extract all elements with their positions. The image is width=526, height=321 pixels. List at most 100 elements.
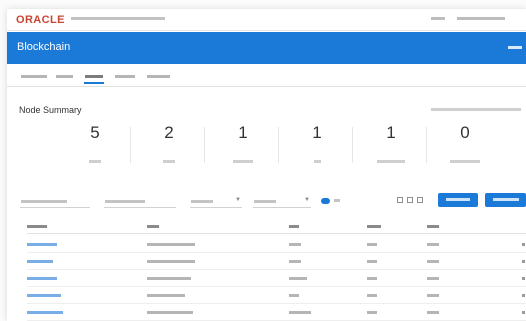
table-cell <box>147 294 185 297</box>
row-menu-icon[interactable] <box>522 311 525 314</box>
table-cell <box>427 294 439 297</box>
metric-divider <box>278 127 279 163</box>
column-header[interactable] <box>289 225 299 228</box>
row-menu-icon[interactable] <box>522 243 525 246</box>
chevron-down-icon: ▼ <box>304 197 310 203</box>
tab-3[interactable] <box>85 75 103 78</box>
metric-caption <box>89 160 101 163</box>
table-cell <box>427 277 439 280</box>
table-cell <box>427 311 439 314</box>
metric-value: 0 <box>460 123 470 142</box>
app-window: ORACLE Blockchain Node Summary 5 2 1 1 1… <box>7 9 526 321</box>
metric-divider <box>204 127 205 163</box>
table-row[interactable] <box>27 271 526 287</box>
node-link[interactable] <box>27 294 61 297</box>
metric-5: 1 <box>359 123 423 169</box>
table-cell <box>147 260 195 263</box>
table-cell <box>427 243 439 246</box>
table-cell <box>367 260 377 263</box>
user-menu[interactable] <box>457 17 505 20</box>
table-row[interactable] <box>27 288 526 304</box>
metric-caption <box>450 160 480 163</box>
summary-title: Node Summary <box>19 105 82 115</box>
filter-3[interactable]: ▼ <box>190 197 242 208</box>
list-view-icon[interactable] <box>407 197 413 203</box>
tab-bar <box>7 65 526 87</box>
active-tab-indicator <box>84 82 104 84</box>
table-cell <box>367 294 377 297</box>
refresh-icon[interactable] <box>417 197 423 203</box>
column-header[interactable] <box>147 225 159 228</box>
metric-caption <box>377 160 405 163</box>
secondary-button[interactable] <box>485 193 526 207</box>
oracle-logo: ORACLE <box>16 14 65 26</box>
table-header <box>27 222 526 234</box>
table-cell <box>367 243 377 246</box>
filter-4-label <box>254 200 276 203</box>
product-name <box>71 17 165 20</box>
top-bar-link-1[interactable] <box>431 17 445 20</box>
metric-caption <box>163 160 175 163</box>
grid-view-icon[interactable] <box>397 197 403 203</box>
table-row[interactable] <box>27 237 526 253</box>
metric-4: 1 <box>285 123 349 169</box>
summary-meta <box>431 108 521 111</box>
metric-divider <box>426 127 427 163</box>
node-link[interactable] <box>27 277 57 280</box>
metric-1: 5 <box>63 123 127 169</box>
row-menu-icon[interactable] <box>522 277 525 280</box>
title-bar: Blockchain <box>7 32 526 64</box>
table-cell <box>289 277 307 280</box>
row-menu-icon[interactable] <box>522 294 525 297</box>
filter-4[interactable]: ▼ <box>253 197 311 208</box>
table-cell <box>289 243 301 246</box>
table-cell <box>147 277 191 280</box>
metric-value: 2 <box>164 123 174 142</box>
table-row[interactable] <box>27 254 526 270</box>
table-row[interactable] <box>27 305 526 321</box>
metric-divider <box>130 127 131 163</box>
primary-button[interactable] <box>438 193 478 207</box>
metric-divider <box>352 127 353 163</box>
toggle-label <box>334 199 340 202</box>
column-header[interactable] <box>427 225 439 228</box>
tab-1[interactable] <box>21 75 47 78</box>
node-link[interactable] <box>27 311 63 314</box>
metric-value: 1 <box>238 123 248 142</box>
filter-1-label <box>21 200 67 203</box>
tab-2[interactable] <box>56 75 73 78</box>
toggle-switch[interactable] <box>321 198 330 204</box>
table-cell <box>367 277 377 280</box>
node-link[interactable] <box>27 243 57 246</box>
column-header[interactable] <box>27 225 47 228</box>
metric-value: 1 <box>312 123 322 142</box>
metric-caption <box>233 160 253 163</box>
table-cell <box>147 311 193 314</box>
table-cell <box>367 311 377 314</box>
row-menu-icon[interactable] <box>522 260 525 263</box>
table-cell <box>427 260 439 263</box>
page-title: Blockchain <box>17 41 71 53</box>
tab-5[interactable] <box>147 75 170 78</box>
table-cell <box>289 311 311 314</box>
table-cell <box>147 243 195 246</box>
metric-value: 5 <box>90 123 100 142</box>
chevron-down-icon: ▼ <box>235 197 241 203</box>
filter-2[interactable] <box>104 197 176 208</box>
table-cell <box>289 294 299 297</box>
table-cell <box>289 260 301 263</box>
filter-3-label <box>191 200 213 203</box>
filter-1[interactable] <box>20 197 90 208</box>
node-link[interactable] <box>27 260 53 263</box>
secondary-button-label <box>493 198 519 201</box>
metric-3: 1 <box>211 123 275 169</box>
title-bar-menu[interactable] <box>508 46 522 49</box>
primary-button-label <box>446 198 470 201</box>
metric-6: 0 <box>433 123 497 169</box>
filter-2-label <box>105 200 145 203</box>
metric-2: 2 <box>137 123 201 169</box>
column-header[interactable] <box>367 225 381 228</box>
metric-value: 1 <box>386 123 396 142</box>
metric-caption <box>314 160 321 163</box>
tab-4[interactable] <box>115 75 135 78</box>
